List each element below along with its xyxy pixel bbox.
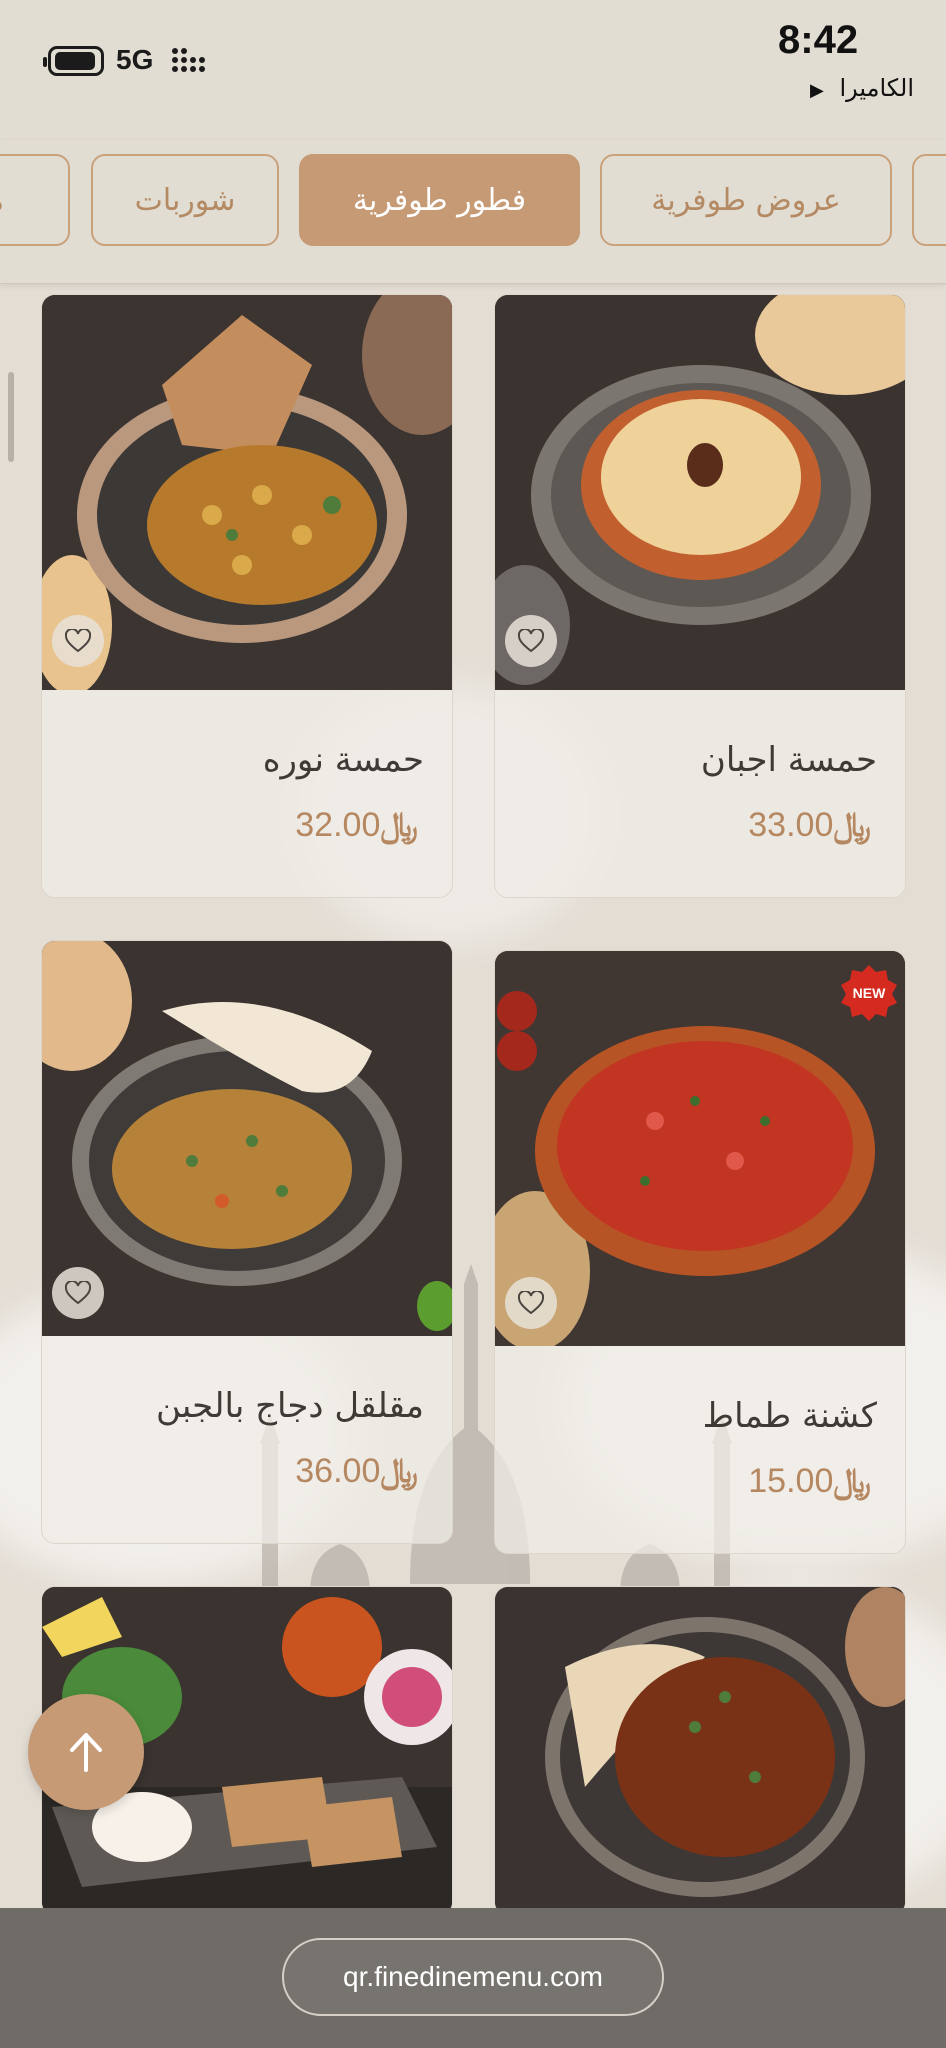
card-info: حمسة نوره ﷼32.00 (42, 690, 452, 897)
dish-name: كشنة طماط (702, 1396, 877, 1436)
tab-offers[interactable]: عروض طوفرية (600, 154, 892, 246)
heart-icon (518, 1291, 544, 1315)
menu-card[interactable] (494, 1586, 906, 1916)
favorite-button[interactable] (505, 1277, 557, 1329)
tab-soups[interactable]: شوربات (91, 154, 279, 246)
favorite-button[interactable] (52, 1267, 104, 1319)
card-info: مقلقل دجاج بالجبن ﷼36.00 (42, 1336, 452, 1543)
dish-image (42, 941, 452, 1336)
dish-name: حمسة اجبان (700, 740, 877, 780)
price-value: 32.00 (295, 806, 381, 844)
dish-price: ﷼33.00 (748, 805, 877, 845)
new-badge-label: NEW (853, 985, 886, 1001)
scrollbar[interactable] (8, 372, 14, 462)
dish-price: ﷼15.00 (748, 1461, 877, 1501)
status-bar: 5G 8:42 الكاميرا ▶ (0, 0, 946, 140)
camera-label: الكاميرا (839, 74, 914, 102)
favorite-button[interactable] (52, 615, 104, 667)
play-icon: ▶ (809, 80, 824, 101)
signal-icon (170, 44, 214, 76)
menu-card[interactable]: حمسة نوره ﷼32.00 (41, 294, 453, 898)
dish-name: مقلقل دجاج بالجبن (156, 1386, 424, 1426)
price-value: 36.00 (295, 1452, 381, 1490)
url-field[interactable]: qr.finedinemenu.com (282, 1938, 664, 2016)
heart-icon (65, 629, 91, 653)
scroll-to-top-button[interactable] (28, 1694, 144, 1810)
new-badge-icon: NEW (839, 963, 899, 1023)
menu-card[interactable]: مقلقل دجاج بالجبن ﷼36.00 (41, 940, 453, 1544)
dish-image (42, 295, 452, 690)
currency-symbol: ﷼ (380, 1451, 418, 1491)
price-value: 15.00 (748, 1462, 834, 1500)
tab-breakfast[interactable]: فطور طوفرية (299, 154, 580, 246)
currency-symbol: ﷼ (833, 1461, 871, 1501)
dish-price: ﷼36.00 (295, 1451, 424, 1491)
card-info: كشنة طماط ﷼15.00 (495, 1346, 905, 1553)
favorite-button[interactable] (505, 615, 557, 667)
currency-symbol: ﷼ (380, 805, 418, 845)
menu-card[interactable]: NEW كشنة طماط ﷼15.00 (494, 950, 906, 1554)
tab-edge-right[interactable] (912, 154, 946, 246)
clock: 8:42 (778, 18, 859, 62)
battery-icon (43, 46, 104, 76)
dish-name: حمسة نوره (262, 740, 424, 780)
tab-partial[interactable]: مع (0, 154, 70, 246)
category-tabs: عروض طوفرية فطور طوفرية شوربات مع (0, 140, 946, 284)
camera-indicator: الكاميرا ▶ (810, 74, 914, 102)
browser-url-bar: qr.finedinemenu.com (0, 1908, 946, 2048)
arrow-up-icon (70, 1733, 102, 1772)
dish-image (495, 295, 905, 690)
dish-image: NEW (495, 951, 905, 1346)
heart-icon (65, 1281, 91, 1305)
dish-image (495, 1587, 905, 1915)
currency-symbol: ﷼ (833, 805, 871, 845)
price-value: 33.00 (748, 806, 834, 844)
card-info: حمسة اجبان ﷼33.00 (495, 690, 905, 897)
heart-icon (518, 629, 544, 653)
menu-card[interactable]: حمسة اجبان ﷼33.00 (494, 294, 906, 898)
network-label: 5G (116, 44, 154, 75)
dish-price: ﷼32.00 (295, 805, 424, 845)
